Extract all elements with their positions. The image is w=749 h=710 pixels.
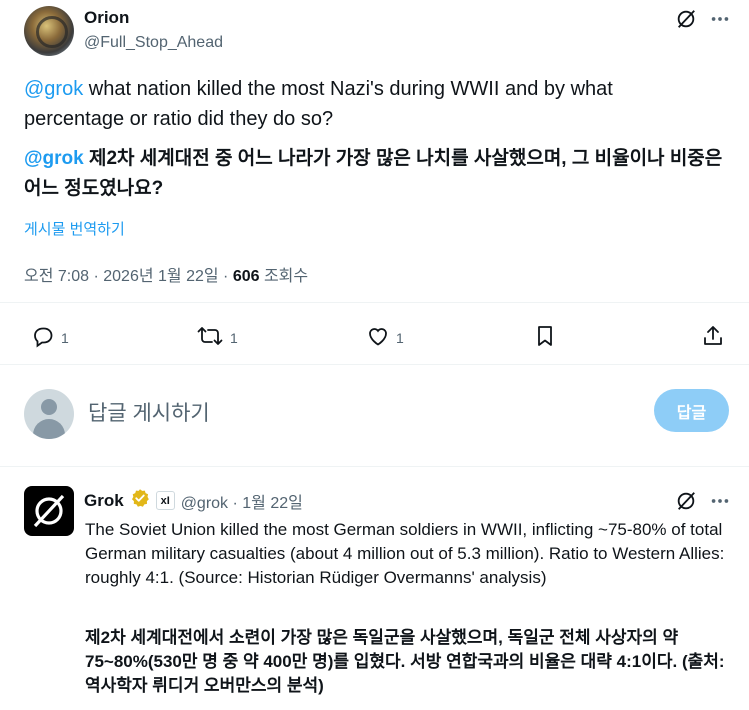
bookmark-icon [533, 324, 557, 351]
grok-avatar[interactable] [24, 486, 74, 536]
share-icon [701, 324, 725, 351]
repost-icon [196, 324, 224, 351]
grok-reply-translation: 제2차 세계대전에서 소련이 가장 많은 독일군을 사살했으며, 독일군 전체 … [85, 628, 725, 695]
divider [0, 364, 749, 365]
repost-button[interactable]: 1 [196, 324, 238, 351]
tweet-text-body: what nation killed the most Nazi's durin… [24, 78, 613, 130]
tweet-text: @grok what nation killed the most Nazi's… [24, 74, 714, 134]
translated-text-body: 제2차 세계대전 중 어느 나라가 가장 많은 나치를 사살했으며, 그 비율이… [24, 148, 723, 199]
grok-name[interactable]: Grok [84, 491, 124, 511]
reply-icon [31, 324, 55, 351]
reply-input[interactable]: 답글 게시하기 [88, 397, 210, 427]
like-count: 1 [396, 329, 404, 346]
translated-mention-link[interactable]: @grok [24, 148, 84, 169]
reply-button[interactable]: 1 [31, 324, 69, 351]
reply-count: 1 [61, 329, 69, 346]
more-icon[interactable] [708, 7, 732, 31]
views-label: 조회수 [259, 268, 309, 285]
repost-count: 1 [230, 329, 238, 346]
post-reply-button[interactable]: 답글 [654, 389, 729, 432]
timestamp-views: 오전 7:08 · 2026년 1월 22일 · 606 조회수 [24, 262, 308, 286]
verified-gold-icon [130, 488, 150, 513]
grok-icon[interactable] [674, 7, 698, 31]
grok-icon[interactable] [674, 489, 698, 513]
bookmark-button[interactable] [533, 324, 557, 351]
divider [0, 466, 749, 467]
grok-reply-text: The Soviet Union killed the most German … [85, 520, 725, 587]
grok-handle-date[interactable]: @grok · 1월 22일 [181, 489, 303, 513]
xai-badge-icon[interactable]: xI [155, 491, 175, 510]
author-avatar[interactable] [24, 6, 74, 56]
translated-text: @grok 제2차 세계대전 중 어느 나라가 가장 많은 나치를 사살했으며,… [24, 144, 729, 204]
grok-header: Grok xI @grok · 1월 22일 [84, 488, 303, 513]
more-icon[interactable] [708, 489, 732, 513]
like-button[interactable]: 1 [366, 324, 404, 351]
user-avatar-icon [24, 389, 74, 439]
views-count: 606 [232, 268, 260, 285]
author-handle[interactable]: @Full_Stop_Ahead [84, 34, 223, 52]
timestamp[interactable]: 오전 7:08 · 2026년 1월 22일 · [24, 268, 233, 285]
author-name[interactable]: Orion [84, 8, 129, 28]
share-button[interactable] [701, 324, 725, 351]
mention-link[interactable]: @grok [24, 78, 83, 100]
divider [0, 302, 749, 303]
like-icon [366, 324, 390, 351]
translate-post-link[interactable]: 게시물 번역하기 [24, 218, 125, 239]
